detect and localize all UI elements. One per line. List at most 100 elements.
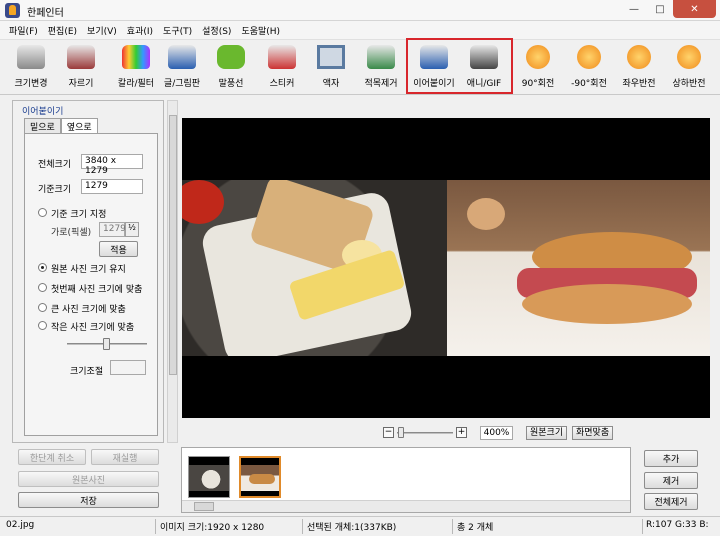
status-total: 총 2 개체 [457, 523, 494, 533]
tool-frame[interactable]: 액자 [304, 43, 358, 93]
tool-resize[interactable]: 크기변경 [4, 43, 58, 93]
menu-edit[interactable]: 편집(E) [48, 23, 77, 38]
size-slider-thumb[interactable] [103, 338, 110, 350]
egg-shape [467, 198, 505, 230]
remove-button[interactable]: 제거 [644, 472, 698, 489]
minimize-button[interactable]: — [621, 0, 647, 18]
window-title: 한페인터 [27, 8, 64, 19]
undo-button[interactable]: 한단계 취소 [18, 449, 86, 465]
panel-scrollbar[interactable] [167, 100, 178, 443]
radio-keep-original-label: 원본 사진 크기 유지 [51, 265, 126, 275]
radio-base-size[interactable] [38, 208, 47, 217]
status-divider [302, 519, 303, 534]
original-size-button[interactable]: 원본크기 [526, 426, 568, 440]
status-bar: 02.jpg 이미지 크기:1920 x 1280 선택된 개체:1(337KB… [0, 516, 720, 536]
tool-speech-bubble[interactable]: 말풍선 [204, 43, 258, 93]
tool-flip-vertical[interactable]: 상하반전 [662, 43, 716, 93]
radio-fit-small[interactable] [38, 321, 47, 330]
tool-rotate-90[interactable]: 90°회전 [511, 43, 565, 93]
title-bar: 한페인터 — □ ✕ [0, 0, 720, 21]
color-filter-robot-icon [122, 45, 150, 69]
radio-keep-original[interactable] [38, 263, 47, 272]
original-photo-button[interactable]: 원본사진 [18, 471, 159, 487]
redo-button[interactable]: 재실행 [91, 449, 159, 465]
add-button[interactable]: 추가 [644, 450, 698, 467]
close-button[interactable]: ✕ [673, 0, 716, 18]
tool-label: 상하반전 [672, 79, 706, 89]
radio-fit-large-label: 큰 사진 크기에 맞춤 [51, 305, 126, 315]
thumbnail-item-selected[interactable] [239, 456, 281, 498]
status-divider [642, 519, 643, 534]
tool-label: 자르기 [68, 79, 94, 89]
base-size-label: 기준크기 [38, 185, 72, 195]
maximize-button[interactable]: □ [647, 0, 673, 18]
scrollbar-thumb[interactable] [194, 502, 214, 511]
total-size-label: 전체크기 [38, 160, 72, 170]
radio-base-size-label: 기준 크기 지정 [51, 210, 107, 220]
size-adjust-field[interactable] [110, 360, 146, 375]
resize-robot-icon [17, 45, 45, 69]
tool-label: 말풍선 [218, 79, 244, 89]
tool-text-drawing[interactable]: 글/그림판 [155, 43, 209, 93]
status-filename: 02.jpg [6, 520, 35, 530]
flip-vertical-icon [677, 45, 701, 69]
toolbar: 크기변경 자르기 칼라/필터 글/그림판 말풍선 스티커 액자 적목제거 이어붙… [0, 40, 720, 95]
tool-label: 90°회전 [521, 79, 555, 89]
status-selected: 선택된 개체:1(337KB) [307, 523, 397, 533]
direction-tabs: 밑으로 옆으로 [24, 118, 98, 134]
thumbnail-scrollbar[interactable] [182, 500, 630, 512]
text-drawing-robot-icon [168, 45, 196, 69]
menu-help[interactable]: 도움말(H) [241, 23, 280, 38]
tool-label: 좌우반전 [622, 79, 656, 89]
width-label: 가로(픽셀) [51, 228, 92, 238]
tab-side[interactable]: 옆으로 [60, 118, 98, 134]
apply-button[interactable]: 적용 [99, 241, 138, 257]
base-size-field: 1279 [81, 179, 143, 194]
status-image-size: 이미지 크기:1920 x 1280 [160, 523, 265, 533]
merged-photo-sandwich-2 [447, 180, 710, 356]
zoom-level: 400% [480, 426, 513, 440]
tool-crop[interactable]: 자르기 [54, 43, 108, 93]
save-button[interactable]: 저장 [18, 492, 159, 508]
tool-red-eye[interactable]: 적목제거 [354, 43, 408, 93]
tab-below[interactable]: 밑으로 [24, 118, 61, 133]
menu-settings[interactable]: 설정(S) [202, 23, 231, 38]
width-input[interactable]: 1279 [99, 222, 126, 237]
flip-horizontal-icon [627, 45, 651, 69]
radio-fit-first-label: 첫번째 사진 크기에 맞춤 [51, 285, 143, 295]
image-canvas[interactable] [182, 118, 710, 418]
frame-robot-icon [317, 45, 345, 69]
merged-photo-sandwich-1 [182, 180, 447, 356]
menu-effects[interactable]: 효과(I) [127, 23, 153, 38]
status-divider [155, 519, 156, 534]
aspect-lock-icon[interactable]: ½ [125, 222, 139, 237]
app-logo-icon [5, 3, 20, 18]
scrollbar-thumb[interactable] [169, 115, 177, 375]
tool-sticker[interactable]: 스티커 [255, 43, 309, 93]
menu-tools[interactable]: 도구(T) [163, 23, 192, 38]
zoom-bar: − + 400% 원본크기 화면맞춤 [0, 424, 720, 442]
radio-fit-large[interactable] [38, 303, 47, 312]
tool-label: -90°회전 [571, 79, 607, 89]
tool-flip-horizontal[interactable]: 좌우반전 [612, 43, 666, 93]
tool-label: 크기변경 [14, 79, 48, 89]
zoom-slider-thumb[interactable] [398, 427, 404, 438]
size-adjust-label: 크기조절 [70, 367, 104, 377]
thumbnail-image [189, 465, 229, 491]
radio-fit-first[interactable] [38, 283, 47, 292]
sticker-robot-icon [268, 45, 296, 69]
menu-view[interactable]: 보기(V) [87, 23, 117, 38]
remove-all-button[interactable]: 전체제거 [644, 493, 698, 510]
status-rgb: R:107 G:33 B: [646, 520, 709, 530]
zoom-slider-track[interactable] [397, 432, 453, 434]
rotate-ccw-icon [577, 45, 601, 69]
thumbnail-item[interactable] [188, 456, 230, 498]
tomato-shape [182, 180, 224, 224]
fit-screen-button[interactable]: 화면맞춤 [572, 426, 614, 440]
thumbnail-strip [181, 447, 631, 513]
tool-rotate-minus-90[interactable]: -90°회전 [562, 43, 616, 93]
speech-bubble-icon [217, 45, 245, 69]
zoom-in-button[interactable]: + [456, 427, 467, 438]
zoom-out-button[interactable]: − [383, 427, 394, 438]
menu-file[interactable]: 파일(F) [9, 23, 38, 38]
